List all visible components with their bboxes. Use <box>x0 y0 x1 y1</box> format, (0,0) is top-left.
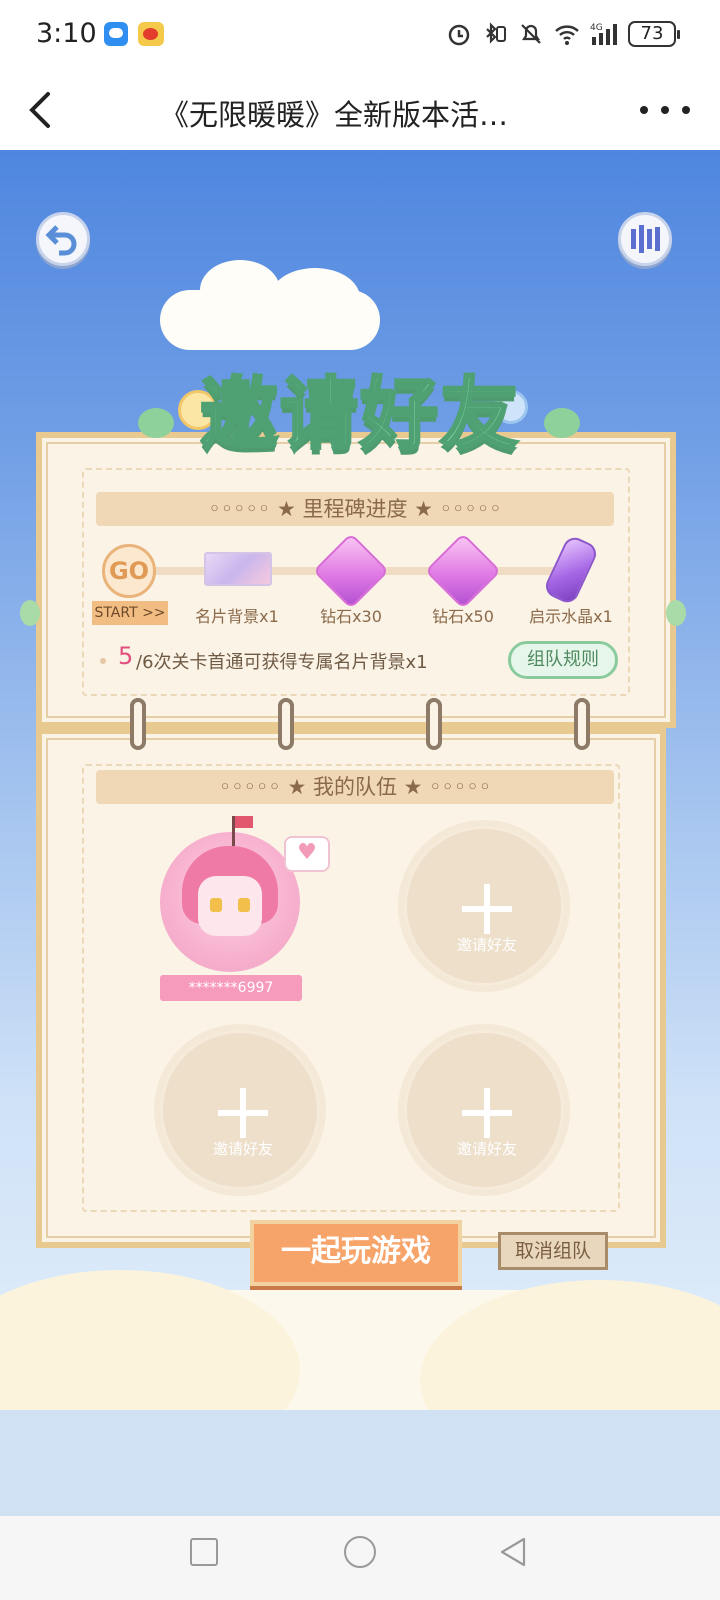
invite-label: 邀请好友 <box>212 1140 273 1158</box>
status-icons: 4G <box>446 20 620 48</box>
milestone-banner: ◦◦◦◦◦ ★ 里程碑进度 ★ ◦◦◦◦◦ <box>96 492 614 526</box>
mute-icon <box>521 24 541 44</box>
title-bar: 《无限暖暖》全新版本活… <box>0 70 720 150</box>
leaf-decoration <box>544 408 580 438</box>
invite-label: 邀请好友 <box>456 936 517 954</box>
card-background-reward-icon <box>204 552 272 586</box>
bluetooth-vibrate-icon <box>486 22 506 44</box>
status-time: 3:10 <box>36 18 97 49</box>
play-together-button[interactable]: 一起玩游戏 <box>250 1220 462 1286</box>
more-options-button[interactable] <box>640 98 690 122</box>
team-banner: ◦◦◦◦◦ ★ 我的队伍 ★ ◦◦◦◦◦ <box>96 770 614 804</box>
cloud-decoration <box>270 268 360 328</box>
binder-ring <box>574 698 590 750</box>
team-panel <box>36 728 666 1248</box>
invite-slot[interactable]: 邀请好友 <box>160 1030 320 1190</box>
recent-apps-icon[interactable] <box>190 1538 218 1566</box>
nav-back-icon[interactable] <box>498 1536 528 1568</box>
binder-ring <box>278 698 294 750</box>
game-canvas: 邀请好友 ◦◦◦◦◦ ★ 里程碑进度 ★ ◦◦◦◦◦ GO START >> 名… <box>0 150 720 1516</box>
cloud-decoration <box>200 260 280 320</box>
dot-icon <box>640 106 648 114</box>
invite-friends-heading: 邀请好友 <box>199 369 521 462</box>
flag-icon <box>235 816 253 828</box>
back-icon[interactable] <box>18 84 68 134</box>
blue-hills <box>0 1410 720 1516</box>
message-app-icon <box>104 22 128 46</box>
progress-text: /6次关卡首通可获得专属名片背景x1 <box>136 652 428 673</box>
heart-bubble-icon: ♥ <box>284 836 330 872</box>
battery-indicator: 73 <box>628 21 680 47</box>
avatar-face <box>198 876 262 936</box>
dot-icon <box>682 106 690 114</box>
wifi-icon <box>555 25 579 45</box>
leaf-decoration <box>138 408 174 438</box>
undo-icon <box>45 225 77 256</box>
sound-bars-icon <box>631 225 660 253</box>
invite-label: 邀请好友 <box>456 1140 517 1158</box>
music-button[interactable] <box>618 212 672 266</box>
plus-icon <box>240 1088 246 1138</box>
return-button[interactable] <box>36 212 90 266</box>
alarm-icon <box>448 24 470 46</box>
weibo-app-icon <box>138 22 164 46</box>
network-label: 4G <box>590 23 603 33</box>
avatar-eye <box>210 898 222 912</box>
vine-decoration <box>666 600 686 626</box>
milestone-label: 钻石x50 <box>432 607 494 626</box>
plus-icon <box>484 1088 490 1138</box>
binder-ring <box>130 698 146 750</box>
dot-icon <box>661 106 669 114</box>
milestone-label: 名片背景x1 <box>195 607 279 626</box>
start-label: START >> <box>92 601 168 625</box>
invite-slot[interactable]: 邀请好友 <box>404 826 564 986</box>
plus-icon <box>484 884 490 934</box>
start-badge: GO <box>102 544 156 598</box>
cancel-team-button[interactable]: 取消组队 <box>498 1232 608 1270</box>
page-title: 《无限暖暖》全新版本活… <box>160 98 509 132</box>
invite-slot[interactable]: 邀请好友 <box>404 1030 564 1190</box>
progress-current: 5 <box>118 642 134 670</box>
home-icon[interactable] <box>344 1536 376 1568</box>
binder-ring <box>426 698 442 750</box>
status-bar: 3:10 4G 73 <box>0 0 720 70</box>
signal-4g-icon: 4G <box>590 23 617 45</box>
system-nav-bar <box>0 1516 720 1600</box>
avatar-eye <box>238 898 250 912</box>
member-avatar <box>160 832 300 972</box>
progress-dot <box>100 658 106 664</box>
vine-decoration <box>20 600 40 626</box>
milestone-label: 钻石x30 <box>320 607 382 626</box>
milestone-label: 启示水晶x1 <box>529 607 613 626</box>
team-rules-button[interactable]: 组队规则 <box>508 641 618 679</box>
member-name-tag: *******6997 <box>160 975 302 1001</box>
